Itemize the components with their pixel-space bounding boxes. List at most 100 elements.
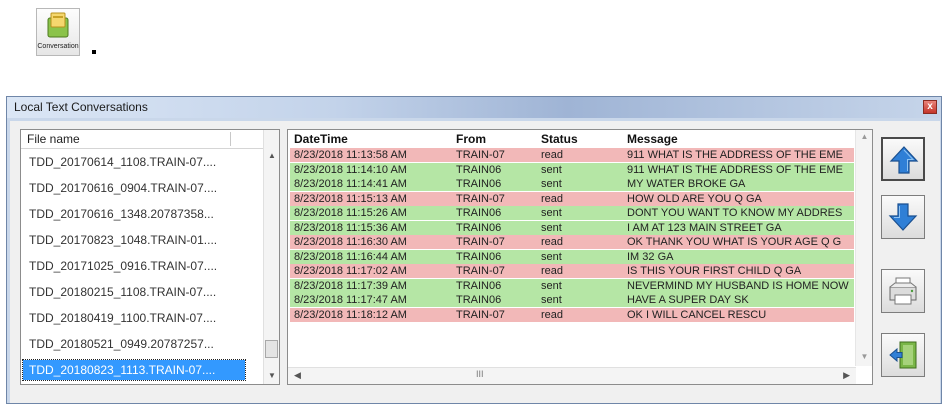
arrow-up-icon bbox=[889, 146, 919, 174]
cursor-dot bbox=[92, 50, 96, 54]
file-list-item[interactable]: TDD_20180215_1108.TRAIN-07.... bbox=[23, 282, 245, 302]
message-status: sent bbox=[541, 207, 562, 219]
message-text: IM 32 GA bbox=[627, 250, 674, 263]
file-list-scrollbar[interactable]: ▲ ▼ bbox=[263, 130, 279, 384]
file-list-item[interactable]: TDD_20171025_0916.TRAIN-07.... bbox=[23, 256, 245, 276]
file-list-item[interactable]: TDD_20170616_1348.20787358... bbox=[23, 204, 245, 224]
message-datetime: 8/23/2018 11:17:39 AM bbox=[294, 279, 407, 292]
print-button[interactable] bbox=[881, 269, 925, 313]
message-from: TRAIN-07 bbox=[456, 265, 505, 277]
message-datetime: 8/23/2018 11:17:47 AM bbox=[294, 294, 407, 306]
message-datetime: 8/23/2018 11:14:41 AM bbox=[294, 178, 407, 190]
message-status: sent bbox=[541, 178, 562, 190]
message-status: read bbox=[541, 265, 564, 277]
message-column-header[interactable]: Message bbox=[627, 132, 678, 146]
message-row[interactable]: 8/23/2018 11:15:13 AM TRAIN-07 read HOW OLD… bbox=[290, 191, 854, 206]
file-name-column-header: File name bbox=[27, 132, 80, 146]
message-text: 911 WHAT IS THE ADDRESS OF THE EME bbox=[627, 163, 843, 176]
message-text: OK I WILL CANCEL RESCU bbox=[627, 308, 767, 321]
message-text: HAVE A SUPER DAY SK bbox=[627, 294, 749, 306]
message-from: TRAIN06 bbox=[456, 250, 502, 263]
message-from: TRAIN-07 bbox=[456, 149, 505, 161]
message-text: NEVERMIND MY HUSBAND IS HOME NOW bbox=[627, 279, 849, 292]
message-from: TRAIN06 bbox=[456, 294, 502, 306]
file-list[interactable]: File name TDD_20170614_1108.TRAIN-07....… bbox=[20, 129, 280, 385]
message-from: TRAIN06 bbox=[456, 207, 502, 219]
message-row[interactable]: 8/23/2018 11:15:36 AM TRAIN06 sent I AM AT … bbox=[290, 220, 854, 235]
message-row[interactable]: 8/23/2018 11:17:47 AM TRAIN06 sent HAVE A S… bbox=[290, 293, 854, 307]
file-list-item[interactable]: TDD_20170616_0904.TRAIN-07.... bbox=[23, 178, 245, 198]
message-list-header: DateTime From Status Message bbox=[288, 130, 856, 148]
scroll-left-arrow-icon[interactable]: ◀ bbox=[294, 370, 301, 381]
message-datetime: 8/23/2018 11:15:26 AM bbox=[294, 207, 407, 219]
scroll-up-button[interactable] bbox=[881, 137, 925, 181]
message-from: TRAIN06 bbox=[456, 279, 502, 292]
conversation-desktop-icon[interactable]: Conversation bbox=[36, 8, 80, 56]
exit-button[interactable] bbox=[881, 333, 925, 377]
message-status: read bbox=[541, 149, 564, 161]
from-column-header[interactable]: From bbox=[456, 132, 486, 146]
message-row[interactable]: 8/23/2018 11:14:41 AM TRAIN06 sent MY WATER… bbox=[290, 177, 854, 191]
message-row[interactable]: 8/23/2018 11:13:58 AM TRAIN-07 read 911 WHA… bbox=[290, 148, 854, 162]
message-row[interactable]: 8/23/2018 11:17:39 AM TRAIN06 sent NEVERMIN… bbox=[290, 278, 854, 293]
message-status: read bbox=[541, 192, 564, 205]
window-titlebar[interactable]: Local Text Conversations x bbox=[7, 97, 941, 118]
message-row[interactable]: 8/23/2018 11:16:44 AM TRAIN06 sent IM 32 GA bbox=[290, 249, 854, 264]
file-list-header[interactable]: File name bbox=[21, 130, 265, 149]
scroll-down-arrow-icon[interactable]: ▼ bbox=[264, 368, 279, 384]
message-datetime: 8/23/2018 11:14:10 AM bbox=[294, 163, 407, 176]
message-datetime: 8/23/2018 11:13:58 AM bbox=[294, 149, 407, 161]
message-row[interactable]: 8/23/2018 11:14:10 AM TRAIN06 sent 911 WHAT… bbox=[290, 162, 854, 177]
file-list-item[interactable]: TDD_20170823_1048.TRAIN-01.... bbox=[23, 230, 245, 250]
message-vertical-scrollbar[interactable]: ▲ ▼ bbox=[855, 130, 872, 366]
printer-icon bbox=[889, 277, 917, 305]
message-from: TRAIN-07 bbox=[456, 236, 505, 248]
message-datetime: 8/23/2018 11:16:44 AM bbox=[294, 250, 407, 263]
scroll-down-arrow-icon[interactable]: ▼ bbox=[856, 352, 872, 361]
exit-door-icon bbox=[889, 341, 917, 369]
message-text: I AM AT 123 MAIN STREET GA bbox=[627, 221, 782, 234]
message-datetime: 8/23/2018 11:15:36 AM bbox=[294, 221, 407, 234]
scroll-right-arrow-icon[interactable]: ▶ bbox=[843, 370, 850, 381]
message-datetime: 8/23/2018 11:17:02 AM bbox=[294, 265, 407, 277]
file-list-item[interactable]: TDD_20180419_1100.TRAIN-07.... bbox=[23, 308, 245, 328]
message-text: MY WATER BROKE GA bbox=[627, 178, 746, 190]
message-text: DONT YOU WANT TO KNOW MY ADDRES bbox=[627, 207, 843, 219]
conversation-folder-icon bbox=[47, 12, 69, 38]
file-list-item[interactable]: TDD_20180521_0949.20787257... bbox=[23, 334, 245, 354]
message-status: read bbox=[541, 236, 564, 248]
close-button[interactable]: x bbox=[923, 100, 937, 114]
message-status: sent bbox=[541, 221, 562, 234]
scrollbar-grip[interactable]: III bbox=[476, 369, 484, 379]
message-from: TRAIN-07 bbox=[456, 192, 505, 205]
message-horizontal-scrollbar[interactable]: ◀ III ▶ bbox=[288, 367, 856, 384]
message-text: IS THIS YOUR FIRST CHILD Q GA bbox=[627, 265, 802, 277]
file-list-item[interactable]: TDD_20170614_1108.TRAIN-07.... bbox=[23, 152, 245, 172]
arrow-down-icon bbox=[888, 203, 918, 231]
conversation-icon-label: Conversation bbox=[37, 43, 79, 50]
datetime-column-header[interactable]: DateTime bbox=[294, 132, 348, 146]
scrollbar-thumb[interactable] bbox=[265, 340, 278, 358]
message-status: sent bbox=[541, 163, 562, 176]
message-row[interactable]: 8/23/2018 11:16:30 AM TRAIN-07 read OK THAN… bbox=[290, 235, 854, 249]
message-row[interactable]: 8/23/2018 11:17:02 AM TRAIN-07 read IS THIS… bbox=[290, 264, 854, 278]
window-content: File name TDD_20170614_1108.TRAIN-07....… bbox=[10, 121, 940, 403]
message-text: HOW OLD ARE YOU Q GA bbox=[627, 192, 762, 205]
message-status: sent bbox=[541, 250, 562, 263]
message-row[interactable]: 8/23/2018 11:18:12 AM TRAIN-07 read OK I WI… bbox=[290, 307, 854, 322]
message-from: TRAIN06 bbox=[456, 178, 502, 190]
message-text: 911 WHAT IS THE ADDRESS OF THE EME bbox=[627, 149, 843, 161]
scroll-up-arrow-icon[interactable]: ▲ bbox=[264, 148, 279, 164]
status-column-header[interactable]: Status bbox=[541, 132, 578, 146]
file-list-item-selected[interactable]: TDD_20180823_1113.TRAIN-07.... bbox=[22, 359, 246, 381]
scroll-up-arrow-icon[interactable]: ▲ bbox=[856, 132, 872, 141]
column-separator[interactable] bbox=[230, 132, 231, 146]
message-datetime: 8/23/2018 11:16:30 AM bbox=[294, 236, 407, 248]
message-from: TRAIN06 bbox=[456, 221, 502, 234]
message-from: TRAIN06 bbox=[456, 163, 502, 176]
message-status: sent bbox=[541, 279, 562, 292]
scroll-down-button[interactable] bbox=[881, 195, 925, 239]
message-status: read bbox=[541, 308, 564, 321]
message-row[interactable]: 8/23/2018 11:15:26 AM TRAIN06 sent DONT YOU… bbox=[290, 206, 854, 220]
message-list[interactable]: DateTime From Status Message 8/23/2018 1… bbox=[287, 129, 873, 385]
